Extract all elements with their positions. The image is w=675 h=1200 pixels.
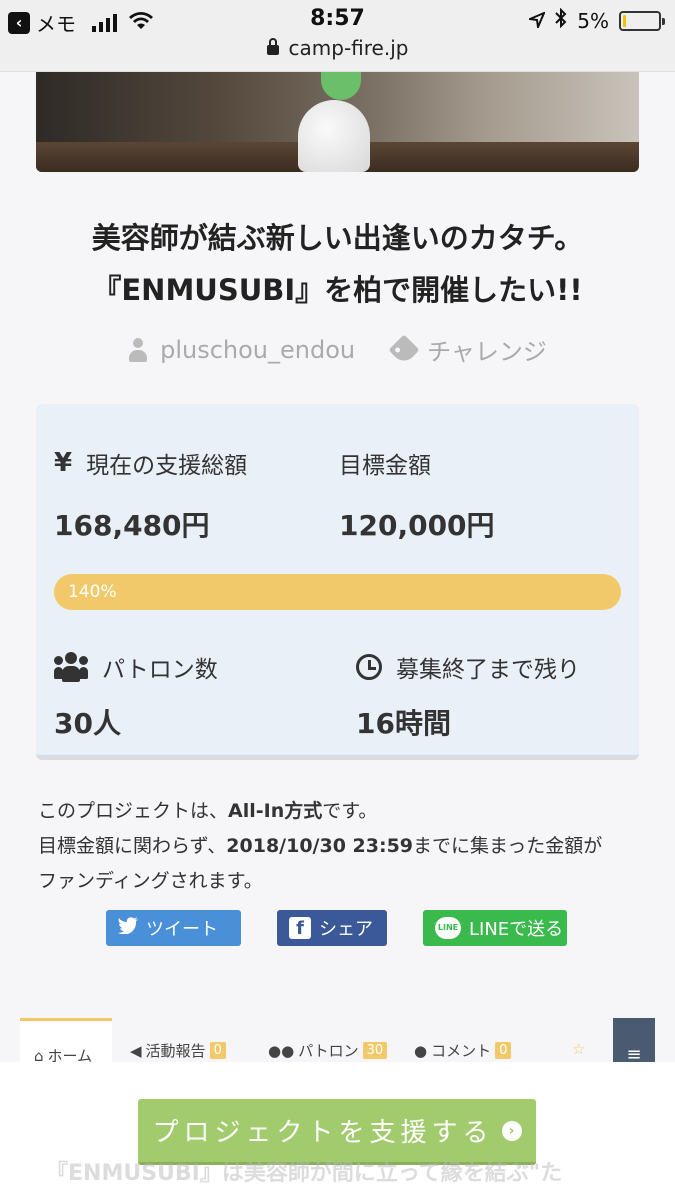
funding-stats-card: ¥ 現在の支援総額 168,480円 目標金額 120,000円 140% パト… <box>36 404 639 760</box>
tweet-label[interactable]: ツイート <box>146 915 218 941</box>
status-right: 5% <box>526 7 665 33</box>
project-tabs: ⌂ ホーム ◀ 活動報告 0 ●● パトロン 30 ● コメント 0 ☆ ≡ <box>20 1018 655 1088</box>
category-link[interactable]: チャレンジ <box>388 332 547 367</box>
facebook-share-button[interactable]: f シェア <box>277 910 387 946</box>
current-amount-value: 168,480円 <box>54 509 210 542</box>
notice-text: までに集まった金額が <box>413 835 603 857</box>
tab-comments[interactable]: ● コメント 0 <box>414 1040 512 1061</box>
notice-text: です。 <box>322 800 378 822</box>
tab-comments-label[interactable]: コメント <box>431 1040 491 1061</box>
goal-amount-label: 目標金額 <box>339 446 431 480</box>
clock-icon <box>356 654 382 680</box>
remaining-time-value: 16時間 <box>356 707 451 740</box>
facebook-icon: f <box>289 917 311 939</box>
bluetooth-icon <box>555 7 567 33</box>
star-icon: ☆ <box>572 1040 586 1058</box>
address-bar[interactable]: camp-fire.jp <box>0 36 675 60</box>
line-share-label[interactable]: LINEで送る <box>469 915 563 941</box>
support-project-label[interactable]: プロジェクトを支援する <box>152 1112 493 1149</box>
patrons-label: パトロン数 <box>54 650 218 684</box>
funding-method-notice: このプロジェクトは、All-In方式です。 目標金額に関わらず、2018/10/… <box>38 794 648 899</box>
twitter-icon <box>118 917 138 939</box>
notice-line-2: 目標金額に関わらず、2018/10/30 23:59までに集まった金額が <box>38 829 648 864</box>
tab-patrons-label[interactable]: パトロン <box>298 1040 358 1061</box>
patrons-label-text: パトロン数 <box>102 657 218 683</box>
status-bar: ‹ メモ 8:57 5% camp-fire.jp <box>0 0 675 72</box>
author-link[interactable]: pluschou_endou <box>128 332 355 367</box>
tab-favorite[interactable]: ☆ <box>572 1040 585 1058</box>
project-title: 美容師が結ぶ新しい出逢いのカタチ。 『ENMUSUBI』を柏で開催したい!! <box>0 212 675 316</box>
group-icon: ●● <box>268 1041 295 1060</box>
category-name[interactable]: チャレンジ <box>427 332 547 367</box>
notice-text: 目標金額に関わらず、 <box>38 835 227 857</box>
comment-icon: ● <box>414 1041 428 1060</box>
notice-all-in: All-In方式 <box>228 800 323 822</box>
location-icon <box>526 9 547 33</box>
comments-count-badge: 0 <box>495 1042 512 1059</box>
megaphone-icon: ◀ <box>130 1041 142 1060</box>
goal-amount-value: 120,000円 <box>339 509 495 542</box>
author-name[interactable]: pluschou_endou <box>160 336 355 364</box>
funding-progress-bar: 140% <box>54 574 621 610</box>
notice-deadline: 2018/10/30 23:59 <box>226 835 414 857</box>
tab-patrons[interactable]: ●● パトロン 30 <box>268 1040 388 1061</box>
battery-percent: 5% <box>577 8 609 33</box>
user-icon <box>128 337 148 362</box>
notice-text: このプロジェクトは、 <box>38 800 229 822</box>
notice-line-3: ファンディングされます。 <box>38 870 263 892</box>
group-icon <box>54 652 88 682</box>
hero-plant-leaves <box>321 72 361 100</box>
activity-count-badge: 0 <box>209 1042 226 1059</box>
tweet-button[interactable]: ツイート <box>106 910 241 946</box>
project-title-line2: 『ENMUSUBI』を柏で開催したい!! <box>92 273 583 307</box>
yen-icon: ¥ <box>54 448 73 478</box>
tag-icon <box>388 333 420 366</box>
facebook-share-label[interactable]: シェア <box>319 915 373 941</box>
description-preview: 『ENMUSUBI』は美容師が間に立って縁を結ぶ"た <box>46 1161 563 1186</box>
remaining-time-label-text: 募集終了まで残り <box>396 657 580 683</box>
current-amount-label-text: 現在の支援総額 <box>86 453 248 479</box>
notice-line-1: このプロジェクトは、All-In方式です。 <box>38 794 648 829</box>
remaining-time-label: 募集終了まで残り <box>356 650 580 684</box>
project-hero-image <box>36 72 639 172</box>
battery-icon <box>619 10 665 31</box>
progress-percent: 140% <box>68 582 117 602</box>
patrons-value: 30人 <box>54 707 121 740</box>
patrons-count-badge: 30 <box>362 1042 388 1059</box>
lock-icon <box>266 37 279 55</box>
chevron-right-circle-icon: › <box>501 1120 522 1141</box>
tab-home[interactable]: ⌂ ホーム <box>20 1018 112 1068</box>
line-share-button[interactable]: LINE LINEで送る <box>423 910 567 946</box>
url-text[interactable]: camp-fire.jp <box>289 36 409 60</box>
tab-activity-label[interactable]: 活動報告 <box>146 1040 206 1061</box>
hero-plant-pot <box>298 100 370 172</box>
line-icon: LINE <box>435 917 461 939</box>
project-title-line1: 美容師が結ぶ新しい出逢いのカタチ。 <box>91 221 584 255</box>
current-amount-label: ¥ 現在の支援総額 <box>54 446 247 480</box>
project-meta: pluschou_endou チャレンジ <box>0 332 675 367</box>
tab-activity[interactable]: ◀ 活動報告 0 <box>130 1040 226 1061</box>
goal-amount-label-text: 目標金額 <box>339 453 431 479</box>
